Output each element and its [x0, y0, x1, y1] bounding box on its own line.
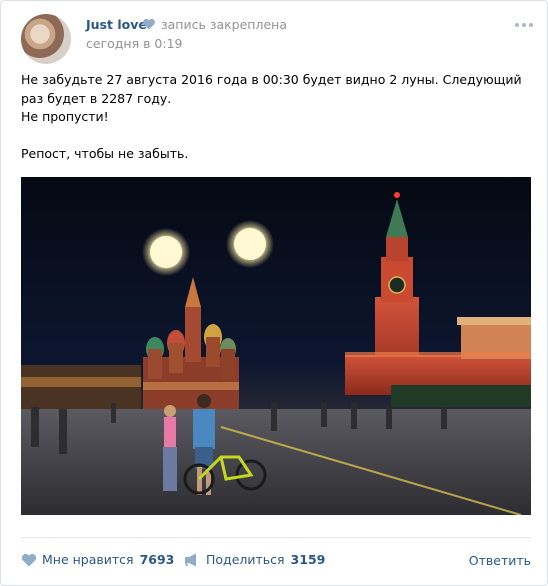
st-basils-cathedral: [143, 277, 239, 415]
pinned-label: запись закреплена: [161, 17, 287, 32]
post-actions: Мне нравится 7693 Поделиться 3159 Ответи…: [21, 537, 531, 586]
post-text-line: Не пропусти!: [21, 109, 109, 124]
post-text-line: Не забудьте 27 августа 2016 года в 00:30…: [21, 72, 522, 106]
heart-icon: [143, 18, 155, 30]
heart-icon: [21, 553, 37, 566]
post-text-line: [21, 127, 527, 146]
post-text: Не забудьте 27 августа 2016 года в 00:30…: [21, 71, 527, 164]
share-label: Поделиться: [206, 552, 285, 567]
red-square-photo-illustration: [21, 192, 531, 515]
more-options-icon[interactable]: [515, 23, 533, 27]
post-card: Just love запись закреплена сегодня в 0:…: [0, 0, 548, 586]
share-count: 3159: [290, 552, 326, 567]
avatar[interactable]: [21, 14, 71, 64]
author-name[interactable]: Just love: [86, 17, 147, 32]
post-time[interactable]: сегодня в 0:19: [86, 36, 183, 51]
post-photo[interactable]: [21, 177, 531, 515]
like-button[interactable]: Мне нравится 7693: [21, 552, 174, 567]
reply-button[interactable]: Ответить: [469, 553, 531, 568]
like-label: Мне нравится: [42, 552, 134, 567]
megaphone-icon: [185, 553, 196, 566]
share-button[interactable]: Поделиться 3159: [183, 552, 325, 567]
post-text-line: Репост, чтобы не забыть.: [21, 146, 189, 161]
like-count: 7693: [139, 552, 175, 567]
